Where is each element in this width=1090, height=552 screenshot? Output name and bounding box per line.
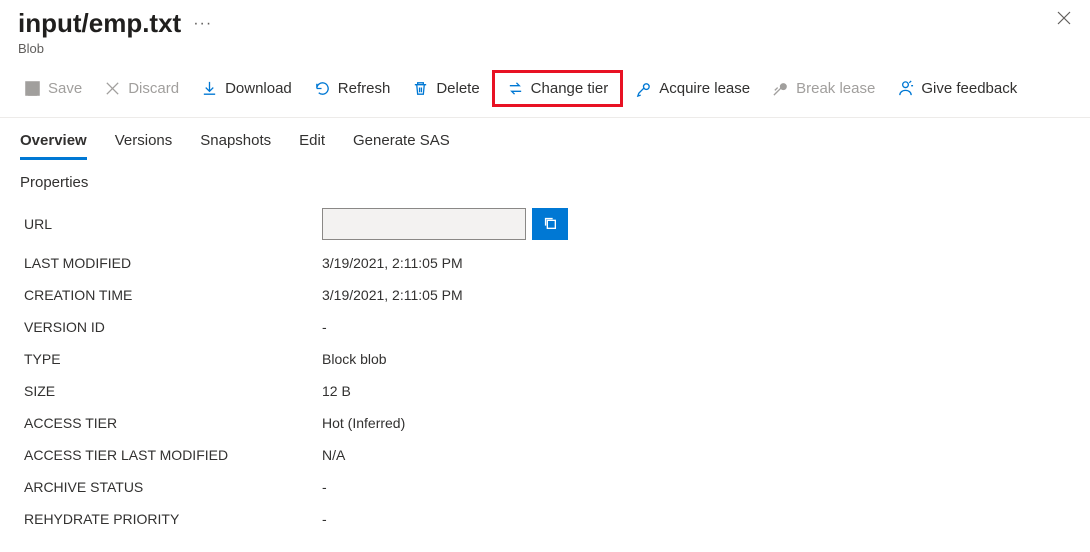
- property-label: URL: [24, 216, 322, 232]
- page-subtitle: Blob: [18, 41, 1072, 56]
- property-label: REHYDRATE PRIORITY: [24, 511, 322, 527]
- refresh-icon: [314, 80, 331, 97]
- delete-button[interactable]: Delete: [402, 75, 489, 102]
- property-label: ACCESS TIER LAST MODIFIED: [24, 447, 322, 463]
- delete-icon: [412, 80, 429, 97]
- property-label: VERSION ID: [24, 319, 322, 335]
- break-lease-button: Break lease: [762, 75, 885, 102]
- give-feedback-label: Give feedback: [921, 80, 1017, 97]
- property-row-access-tier-last-modified: ACCESS TIER LAST MODIFIED N/A: [0, 439, 1090, 471]
- property-value: N/A: [322, 447, 345, 463]
- copy-url-button[interactable]: [532, 208, 568, 240]
- properties-heading: Properties: [0, 160, 1090, 197]
- delete-label: Delete: [436, 80, 479, 97]
- save-icon: [24, 80, 41, 97]
- download-label: Download: [225, 80, 292, 97]
- tab-edit[interactable]: Edit: [299, 132, 325, 160]
- property-row-size: SIZE 12 B: [0, 375, 1090, 407]
- page-title: input/emp.txt: [18, 8, 181, 39]
- property-label: LAST MODIFIED: [24, 255, 322, 271]
- acquire-lease-label: Acquire lease: [659, 80, 750, 97]
- property-row-last-modified: LAST MODIFIED 3/19/2021, 2:11:05 PM: [0, 247, 1090, 279]
- tab-snapshots[interactable]: Snapshots: [200, 132, 271, 160]
- tab-versions[interactable]: Versions: [115, 132, 173, 160]
- property-label: CREATION TIME: [24, 287, 322, 303]
- tab-generate-sas[interactable]: Generate SAS: [353, 132, 450, 160]
- property-row-archive-status: ARCHIVE STATUS -: [0, 471, 1090, 503]
- property-row-rehydrate-priority: REHYDRATE PRIORITY -: [0, 503, 1090, 535]
- property-label: TYPE: [24, 351, 322, 367]
- acquire-lease-button[interactable]: Acquire lease: [625, 75, 760, 102]
- property-value: Block blob: [322, 351, 387, 367]
- blade-header: input/emp.txt ··· Blob: [0, 0, 1090, 60]
- property-value: -: [322, 479, 327, 495]
- tabs: Overview Versions Snapshots Edit Generat…: [0, 118, 1090, 160]
- discard-icon: [104, 80, 121, 97]
- toolbar: Save Discard Download Refresh Delete Cha…: [0, 60, 1090, 118]
- property-row-creation-time: CREATION TIME 3/19/2021, 2:11:05 PM: [0, 279, 1090, 311]
- refresh-button[interactable]: Refresh: [304, 75, 401, 102]
- refresh-label: Refresh: [338, 80, 391, 97]
- change-tier-label: Change tier: [531, 80, 609, 97]
- property-row-type: TYPE Block blob: [0, 343, 1090, 375]
- tab-overview[interactable]: Overview: [20, 132, 87, 160]
- feedback-icon: [897, 80, 914, 97]
- property-value: Hot (Inferred): [322, 415, 405, 431]
- url-value-box[interactable]: [322, 208, 526, 240]
- break-lease-icon: [772, 80, 789, 97]
- download-icon: [201, 80, 218, 97]
- property-value: 3/19/2021, 2:11:05 PM: [322, 287, 463, 303]
- change-tier-icon: [507, 80, 524, 97]
- give-feedback-button[interactable]: Give feedback: [887, 75, 1027, 102]
- property-value: -: [322, 511, 327, 527]
- property-value: 3/19/2021, 2:11:05 PM: [322, 255, 463, 271]
- discard-label: Discard: [128, 80, 179, 97]
- property-label: ARCHIVE STATUS: [24, 479, 322, 495]
- more-options-icon[interactable]: ···: [193, 15, 212, 33]
- discard-button: Discard: [94, 75, 189, 102]
- change-tier-button[interactable]: Change tier: [501, 75, 615, 102]
- acquire-lease-icon: [635, 80, 652, 97]
- copy-icon: [542, 215, 558, 234]
- property-label: SIZE: [24, 383, 322, 399]
- download-button[interactable]: Download: [191, 75, 302, 102]
- property-label: ACCESS TIER: [24, 415, 322, 431]
- property-row-access-tier: ACCESS TIER Hot (Inferred): [0, 407, 1090, 439]
- properties-list: URL LAST MODIFIED 3/19/2021, 2:11:05 PM …: [0, 197, 1090, 535]
- save-button: Save: [14, 75, 92, 102]
- property-row-url: URL: [0, 201, 1090, 247]
- close-icon[interactable]: [1056, 10, 1072, 31]
- break-lease-label: Break lease: [796, 80, 875, 97]
- change-tier-highlight: Change tier: [492, 70, 624, 107]
- property-value: 12 B: [322, 383, 351, 399]
- save-label: Save: [48, 80, 82, 97]
- property-value: -: [322, 319, 327, 335]
- property-row-version-id: VERSION ID -: [0, 311, 1090, 343]
